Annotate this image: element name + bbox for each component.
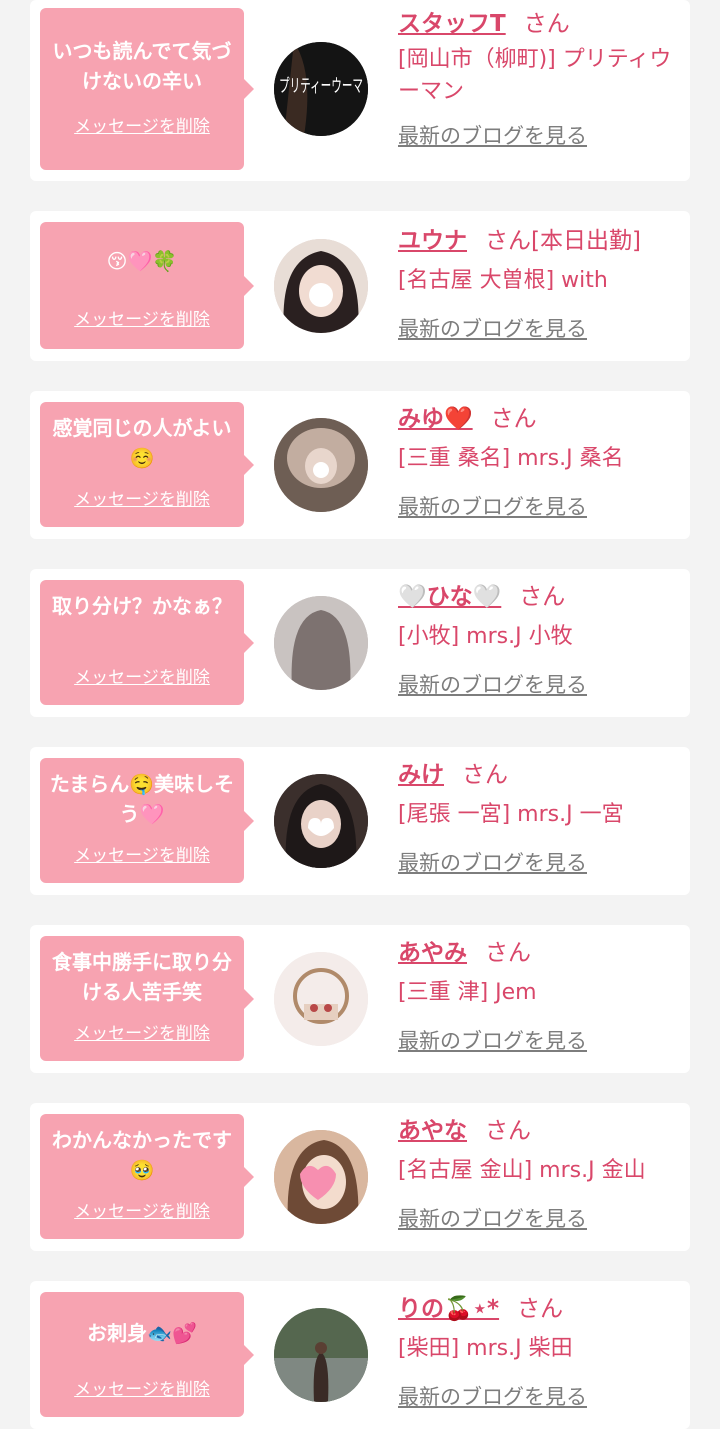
girl-info: 🤍ひな🤍 さん [小牧] mrs.J 小牧 最新のブログを見る bbox=[398, 581, 688, 699]
delete-message-link[interactable]: メッセージを削除 bbox=[40, 485, 244, 510]
avatar-logo-text: プリティーウーマ bbox=[279, 76, 363, 97]
girl-name-link[interactable]: 🤍ひな🤍 bbox=[398, 584, 501, 610]
message-bubble: 取り分け？かなぁ？ メッセージを削除 bbox=[40, 580, 254, 705]
girl-info: ユウナ さん[本日出勤] [名古屋 大曽根] with 最新のブログを見る bbox=[398, 225, 688, 343]
message-bubble: お刺身🐟💕 メッセージを削除 bbox=[40, 1292, 254, 1417]
avatar[interactable]: プリティーウーマ bbox=[274, 42, 368, 136]
message-text: 取り分け？かなぁ？ bbox=[52, 594, 232, 618]
delete-message-link[interactable]: メッセージを削除 bbox=[40, 1019, 244, 1044]
message-card: 食事中勝手に取り分ける人苦手笑 メッセージを削除 あやみ さん [三重 津] Je… bbox=[30, 925, 690, 1073]
message-bubble: いつも読んでて気づけないの辛い メッセージを削除 bbox=[40, 8, 254, 170]
message-text: たまらん🤤美味しそう🩷 bbox=[49, 772, 235, 826]
delete-message-link[interactable]: メッセージを削除 bbox=[40, 112, 244, 137]
delete-message-link[interactable]: メッセージを削除 bbox=[40, 305, 244, 330]
girl-name-link[interactable]: スタッフT bbox=[398, 11, 506, 37]
avatar[interactable] bbox=[274, 1130, 368, 1224]
message-card: お刺身🐟💕 メッセージを削除 りの🍒⋆* さん [柴田] mrs.J 柴田 最新の… bbox=[30, 1281, 690, 1429]
shop-name: [三重 桑名] mrs.J 桑名 bbox=[398, 446, 624, 471]
delete-message-link[interactable]: メッセージを削除 bbox=[40, 841, 244, 866]
latest-blog-link[interactable]: 最新のブログを見る bbox=[398, 120, 587, 150]
message-card: たまらん🤤美味しそう🩷 メッセージを削除 みけ さん [尾張 一宮] mrs.J … bbox=[30, 747, 690, 895]
avatar[interactable] bbox=[274, 774, 368, 868]
girl-name-link[interactable]: みゆ❤️ bbox=[398, 406, 473, 432]
girl-info: あやみ さん [三重 津] Jem 最新のブログを見る bbox=[398, 937, 688, 1055]
latest-blog-link[interactable]: 最新のブログを見る bbox=[398, 313, 587, 343]
message-bubble: 食事中勝手に取り分ける人苦手笑 メッセージを削除 bbox=[40, 936, 254, 1061]
message-text: 😚🩷🍀 bbox=[106, 249, 178, 273]
honorific: さん bbox=[485, 1118, 531, 1144]
message-text: 食事中勝手に取り分ける人苦手笑 bbox=[52, 950, 232, 1004]
girl-name-link[interactable]: ユウナ bbox=[398, 228, 467, 254]
message-bubble: 感覚同じの人がよい☺️ メッセージを削除 bbox=[40, 402, 254, 527]
message-text: いつも読んでて気づけないの辛い bbox=[52, 39, 232, 93]
honorific: さん[本日出勤] bbox=[485, 228, 641, 254]
message-card: わかんなかったです🥹 メッセージを削除 あやな さん [名古屋 金山] mrs.J… bbox=[30, 1103, 690, 1251]
latest-blog-link[interactable]: 最新のブログを見る bbox=[398, 491, 587, 521]
message-bubble: わかんなかったです🥹 メッセージを削除 bbox=[40, 1114, 254, 1239]
girl-name-link[interactable]: みけ bbox=[398, 762, 444, 788]
honorific: さん bbox=[485, 940, 531, 966]
latest-blog-link[interactable]: 最新のブログを見る bbox=[398, 1025, 587, 1055]
shop-name: [尾張 一宮] mrs.J 一宮 bbox=[398, 802, 624, 827]
shop-name: [名古屋 大曽根] with bbox=[398, 268, 608, 293]
girl-info: あやな さん [名古屋 金山] mrs.J 金山 最新のブログを見る bbox=[398, 1115, 688, 1233]
latest-blog-link[interactable]: 最新のブログを見る bbox=[398, 669, 587, 699]
message-card: いつも読んでて気づけないの辛い メッセージを削除 プリティーウーマ スタッフT さ… bbox=[30, 0, 690, 181]
message-card: 取り分け？かなぁ？ メッセージを削除 🤍ひな🤍 さん [小牧] mrs.J 小牧 … bbox=[30, 569, 690, 717]
message-text: 感覚同じの人がよい☺️ bbox=[52, 416, 232, 470]
avatar[interactable] bbox=[274, 1308, 368, 1402]
latest-blog-link[interactable]: 最新のブログを見る bbox=[398, 847, 587, 877]
message-bubble: 😚🩷🍀 メッセージを削除 bbox=[40, 222, 254, 349]
girl-info: みけ さん [尾張 一宮] mrs.J 一宮 最新のブログを見る bbox=[398, 759, 688, 877]
girl-info: りの🍒⋆* さん [柴田] mrs.J 柴田 最新のブログを見る bbox=[398, 1293, 688, 1411]
honorific: さん bbox=[519, 584, 566, 610]
honorific: さん bbox=[490, 406, 537, 432]
latest-blog-link[interactable]: 最新のブログを見る bbox=[398, 1203, 587, 1233]
honorific: さん bbox=[517, 1296, 564, 1322]
message-text: わかんなかったです🥹 bbox=[52, 1128, 232, 1182]
shop-name: [岡山市（柳町)] プリティウーマン bbox=[398, 47, 672, 104]
shop-name: [柴田] mrs.J 柴田 bbox=[398, 1336, 573, 1361]
girl-name-link[interactable]: あやな bbox=[398, 1118, 467, 1144]
girl-name-link[interactable]: あやみ bbox=[398, 940, 467, 966]
girl-info: みゆ❤️ さん [三重 桑名] mrs.J 桑名 最新のブログを見る bbox=[398, 403, 688, 521]
honorific: さん bbox=[462, 762, 508, 788]
girl-info: スタッフT さん [岡山市（柳町)] プリティウーマン 最新のブログを見る bbox=[398, 8, 688, 150]
shop-name: [名古屋 金山] mrs.J 金山 bbox=[398, 1158, 646, 1183]
delete-message-link[interactable]: メッセージを削除 bbox=[40, 663, 244, 688]
avatar[interactable] bbox=[274, 952, 368, 1046]
avatar[interactable] bbox=[274, 239, 368, 333]
avatar[interactable] bbox=[274, 596, 368, 690]
shop-name: [小牧] mrs.J 小牧 bbox=[398, 624, 573, 649]
message-card: 😚🩷🍀 メッセージを削除 ユウナ さん[本日出勤] [名古屋 大曽根] with … bbox=[30, 211, 690, 361]
latest-blog-link[interactable]: 最新のブログを見る bbox=[398, 1381, 587, 1411]
avatar[interactable] bbox=[274, 418, 368, 512]
shop-name: [三重 津] Jem bbox=[398, 980, 537, 1005]
delete-message-link[interactable]: メッセージを削除 bbox=[40, 1375, 244, 1400]
message-card: 感覚同じの人がよい☺️ メッセージを削除 みゆ❤️ さん [三重 桑名] mrs.… bbox=[30, 391, 690, 539]
delete-message-link[interactable]: メッセージを削除 bbox=[40, 1197, 244, 1222]
honorific: さん bbox=[523, 11, 570, 37]
message-text: お刺身🐟💕 bbox=[87, 1321, 197, 1345]
girl-name-link[interactable]: りの🍒⋆* bbox=[398, 1296, 499, 1322]
message-bubble: たまらん🤤美味しそう🩷 メッセージを削除 bbox=[40, 758, 254, 883]
